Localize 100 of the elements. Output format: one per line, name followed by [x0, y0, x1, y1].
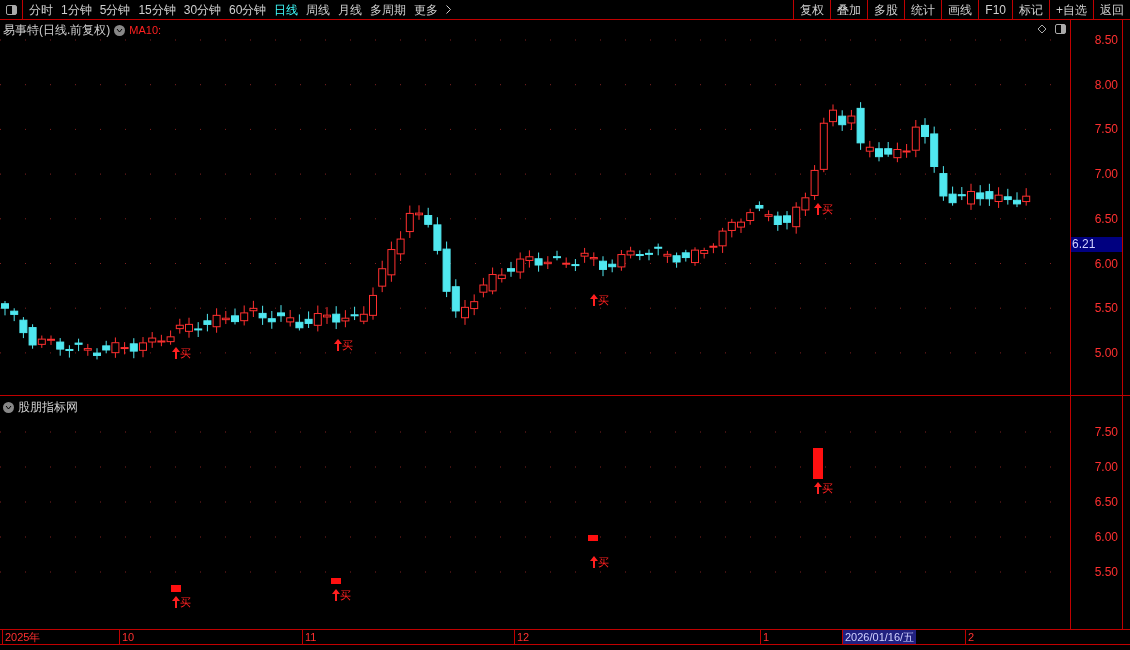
up-arrow-icon — [590, 294, 598, 306]
value-tick-label: 5.50 — [1094, 566, 1118, 578]
indicator-label: MA10: — [129, 22, 162, 38]
candlestick — [1003, 188, 1012, 206]
price-tick-label: 5.50 — [1094, 302, 1118, 315]
signal-bar — [331, 578, 341, 584]
candlestick — [378, 260, 387, 293]
candlestick — [203, 313, 212, 332]
candlestick — [543, 255, 552, 270]
price-tick-label: 6.50 — [1094, 212, 1118, 225]
period-tab[interactable]: 日线 — [274, 0, 299, 19]
signal-bar — [813, 448, 823, 479]
toolbar-button[interactable]: 复权 — [793, 0, 831, 19]
candlestick — [994, 186, 1003, 209]
toolbar-button[interactable]: 画线 — [941, 0, 979, 19]
signal-bar — [588, 535, 598, 541]
candlestick — [663, 250, 672, 264]
period-tab[interactable]: 60分钟 — [229, 0, 267, 19]
candlestick — [175, 318, 184, 335]
candlestick — [884, 141, 893, 158]
candlestick — [332, 305, 341, 330]
buy-signal-label: 买 — [598, 556, 609, 568]
up-arrow-icon — [172, 596, 180, 608]
period-tab[interactable]: 周线 — [306, 0, 331, 19]
period-tab[interactable]: 更多 — [414, 0, 439, 19]
buy-signal-label: 买 — [598, 294, 609, 306]
toolbar-button[interactable]: 标记 — [1012, 0, 1049, 19]
candlestick — [83, 343, 92, 357]
candlestick — [166, 330, 175, 346]
candlestick — [479, 277, 488, 298]
buy-signal-label: 买 — [340, 589, 351, 601]
period-tab[interactable]: 15分钟 — [138, 0, 176, 19]
candlestick — [580, 247, 589, 264]
period-tab[interactable]: 多周期 — [370, 0, 407, 19]
toolbar-button[interactable]: 统计 — [904, 0, 942, 19]
candlestick — [396, 230, 405, 262]
up-arrow-icon — [814, 203, 822, 215]
period-tab[interactable]: 分时 — [29, 0, 53, 19]
dropdown-icon[interactable] — [114, 24, 126, 36]
candlestick — [258, 305, 267, 326]
stock-title: 易事特(日线.前复权) — [3, 22, 111, 39]
candlestick — [194, 321, 203, 338]
period-tab[interactable]: 月线 — [338, 0, 363, 19]
candlestick — [727, 218, 736, 238]
price-tick-label: 8.50 — [1094, 34, 1118, 46]
signal-bar — [171, 585, 181, 592]
buy-signal-label: 买 — [822, 203, 833, 215]
dropdown-icon[interactable] — [3, 401, 14, 413]
diamond-icon[interactable] — [1037, 24, 1047, 34]
date-axis-label: 2 — [965, 630, 975, 644]
indicator-title: 股朋指标网 — [18, 399, 78, 416]
toolbar-button[interactable]: +自选 — [1049, 0, 1093, 19]
up-arrow-icon — [332, 589, 340, 601]
buy-signal-label: 买 — [180, 347, 191, 359]
candlestick — [562, 257, 571, 269]
candlestick — [654, 243, 663, 256]
candlestick — [295, 313, 304, 331]
date-axis-label: 2026/01/16/五 — [842, 630, 917, 644]
chevron-right-icon[interactable] — [446, 5, 452, 14]
candlestick — [635, 249, 644, 261]
candlestick — [1022, 187, 1031, 207]
date-axis-label: 1 — [760, 630, 770, 644]
price-tick-label: 6.00 — [1094, 257, 1118, 270]
price-tick-label: 8.00 — [1094, 78, 1118, 91]
up-arrow-icon — [814, 482, 822, 494]
candlestick — [304, 310, 313, 329]
candlestick — [976, 184, 985, 207]
current-price-label: 6.21 — [1071, 236, 1122, 252]
value-tick-label: 7.00 — [1094, 461, 1118, 473]
date-axis-label: 11 — [302, 630, 317, 644]
value-tick-label: 7.50 — [1094, 426, 1118, 438]
value-tick-label: 6.00 — [1094, 531, 1118, 543]
panel-toggle-icon[interactable] — [1055, 24, 1066, 34]
candlestick — [286, 309, 295, 327]
period-tab[interactable]: 30分钟 — [183, 0, 222, 19]
toolbar-button[interactable]: 多股 — [867, 0, 905, 19]
candlestick — [65, 344, 74, 359]
candlestick — [985, 183, 994, 207]
period-tab[interactable]: 1分钟 — [61, 0, 92, 19]
toolbar-button[interactable]: 叠加 — [830, 0, 868, 19]
candlestick — [313, 305, 322, 332]
candlestick — [838, 109, 847, 132]
toolbar-button[interactable]: 返回 — [1093, 0, 1130, 19]
candlestick — [350, 306, 359, 321]
candlestick — [470, 293, 479, 316]
candlestick — [240, 305, 249, 326]
candlestick — [267, 310, 276, 330]
period-tab[interactable]: 5分钟 — [99, 0, 131, 19]
candlestick — [74, 338, 83, 352]
candlestick — [341, 309, 350, 328]
candlestick — [672, 252, 681, 269]
date-axis-label: 12 — [514, 630, 530, 644]
date-axis-label: 2025年 — [2, 630, 41, 644]
buy-signal-label: 买 — [180, 596, 191, 608]
candlestick — [534, 252, 543, 273]
price-tick-label: 7.00 — [1094, 168, 1118, 181]
toolbar-button[interactable]: F10 — [978, 0, 1012, 19]
date-axis-label: 10 — [119, 630, 135, 644]
up-arrow-icon — [590, 556, 598, 568]
up-arrow-icon — [172, 347, 180, 359]
